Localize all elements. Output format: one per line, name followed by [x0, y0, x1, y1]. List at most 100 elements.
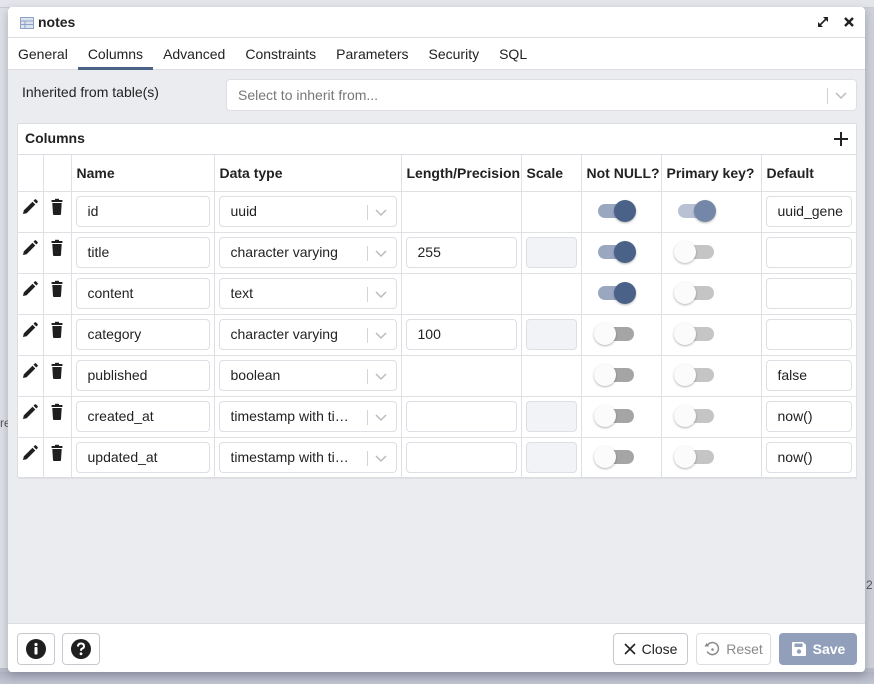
chevron-down-icon[interactable]	[834, 88, 848, 102]
pencil-icon[interactable]	[21, 198, 39, 216]
toggle-knob	[593, 363, 616, 386]
column-name-input[interactable]: published	[75, 359, 210, 391]
trash-icon[interactable]	[48, 321, 66, 339]
trash-icon[interactable]	[48, 280, 66, 298]
data-type-select[interactable]: timestamp with tim…	[218, 400, 397, 432]
primary-key-toggle[interactable]	[673, 363, 714, 386]
default-input[interactable]: uuid_gene	[765, 195, 852, 227]
chevron-down-icon[interactable]	[374, 451, 388, 465]
default-cell	[761, 232, 857, 274]
tab-advanced[interactable]: Advanced	[153, 38, 235, 69]
trash-icon[interactable]	[48, 198, 66, 216]
pencil-icon[interactable]	[21, 362, 39, 380]
not-null-cell	[581, 273, 662, 315]
chevron-down-icon[interactable]	[374, 287, 388, 301]
save-button[interactable]: Save	[779, 633, 857, 665]
pencil-icon[interactable]	[21, 239, 39, 257]
table-header-row: Name Data type Length/Precision Scale No…	[18, 155, 857, 192]
data-type-select[interactable]: character varying	[218, 318, 397, 350]
close-button[interactable]: Close	[613, 633, 688, 665]
trash-icon[interactable]	[48, 362, 66, 380]
data-type-select[interactable]: timestamp with tim…	[218, 441, 397, 473]
data-type-cell: character varying	[214, 314, 402, 356]
length-cell	[401, 191, 522, 233]
length-cell: 100	[401, 314, 522, 356]
length-cell: 255	[401, 232, 522, 274]
primary-key-toggle[interactable]	[673, 240, 714, 263]
info-button[interactable]	[17, 633, 55, 665]
trash-icon[interactable]	[48, 239, 66, 257]
data-type-select[interactable]: boolean	[218, 359, 397, 391]
help-button[interactable]	[62, 633, 100, 665]
close-x-icon[interactable]	[841, 13, 857, 31]
primary-key-toggle[interactable]	[677, 199, 716, 222]
table-row: title character varying 255	[18, 232, 857, 274]
length-input[interactable]	[405, 441, 517, 473]
tab-sql[interactable]: SQL	[489, 38, 537, 69]
scale-cell	[521, 396, 582, 438]
pencil-icon[interactable]	[21, 403, 39, 421]
not-null-toggle[interactable]	[593, 404, 634, 427]
default-input[interactable]	[765, 318, 852, 350]
column-name-input[interactable]: updated_at	[75, 441, 210, 473]
chevron-down-icon[interactable]	[374, 369, 388, 383]
not-null-toggle[interactable]	[597, 199, 636, 222]
default-input[interactable]: false	[765, 359, 852, 391]
select-separator	[366, 327, 368, 343]
columns-panel: Columns Name Data type Length/Precision …	[17, 123, 857, 479]
column-name-input[interactable]: created_at	[75, 400, 210, 432]
reset-button[interactable]: Reset	[696, 633, 771, 665]
primary-key-toggle[interactable]	[673, 404, 714, 427]
trash-icon[interactable]	[48, 403, 66, 421]
dialog-titlebar[interactable]: notes	[8, 7, 865, 38]
column-name-input[interactable]: content	[75, 277, 210, 309]
chevron-down-icon[interactable]	[374, 410, 388, 424]
not-null-toggle[interactable]	[593, 322, 634, 345]
data-type-cell: character varying	[214, 232, 402, 274]
data-type-select[interactable]: text	[218, 277, 397, 309]
column-name-input[interactable]: id	[75, 195, 210, 227]
default-input[interactable]	[765, 277, 852, 309]
name-cell: created_at	[71, 396, 215, 438]
not-null-toggle[interactable]	[597, 281, 636, 304]
tab-parameters[interactable]: Parameters	[326, 38, 418, 69]
default-input[interactable]: now()	[765, 400, 852, 432]
data-type-select[interactable]: uuid	[218, 195, 397, 227]
default-input[interactable]	[765, 236, 852, 268]
primary-key-cell	[661, 191, 762, 233]
primary-key-toggle[interactable]	[673, 445, 714, 468]
tab-columns[interactable]: Columns	[77, 38, 154, 70]
data-type-select[interactable]: character varying	[218, 236, 397, 268]
trash-icon[interactable]	[48, 444, 66, 462]
not-null-toggle[interactable]	[593, 363, 634, 386]
primary-key-toggle[interactable]	[673, 281, 714, 304]
tab-general[interactable]: General	[8, 38, 78, 69]
not-null-toggle[interactable]	[597, 240, 636, 263]
pencil-icon[interactable]	[21, 280, 39, 298]
chevron-down-icon[interactable]	[374, 205, 388, 219]
chevron-down-icon[interactable]	[374, 246, 388, 260]
background-shadow	[0, 672, 874, 684]
default-input[interactable]: now()	[765, 441, 852, 473]
column-name-input[interactable]: title	[75, 236, 210, 268]
length-input[interactable]: 255	[405, 236, 517, 268]
length-input[interactable]: 100	[405, 318, 517, 350]
tab-constraints[interactable]: Constraints	[235, 38, 326, 69]
pencil-icon[interactable]	[21, 444, 39, 462]
toggle-knob	[693, 199, 716, 222]
toggle-knob	[613, 240, 636, 263]
expand-arrows-icon[interactable]	[815, 13, 831, 31]
inherit-select[interactable]: Select to inherit from...	[226, 79, 857, 111]
chevron-down-icon[interactable]	[374, 328, 388, 342]
column-name-input[interactable]: category	[75, 318, 210, 350]
tab-security[interactable]: Security	[419, 38, 490, 69]
not-null-toggle[interactable]	[593, 445, 634, 468]
delete-cell	[43, 191, 72, 233]
plus-icon[interactable]	[832, 130, 850, 148]
background-app-right	[865, 8, 874, 668]
length-input[interactable]	[405, 400, 517, 432]
delete-cell	[43, 355, 72, 397]
primary-key-toggle[interactable]	[673, 322, 714, 345]
pencil-icon[interactable]	[21, 321, 39, 339]
background-text-fragment: 2	[866, 578, 873, 592]
